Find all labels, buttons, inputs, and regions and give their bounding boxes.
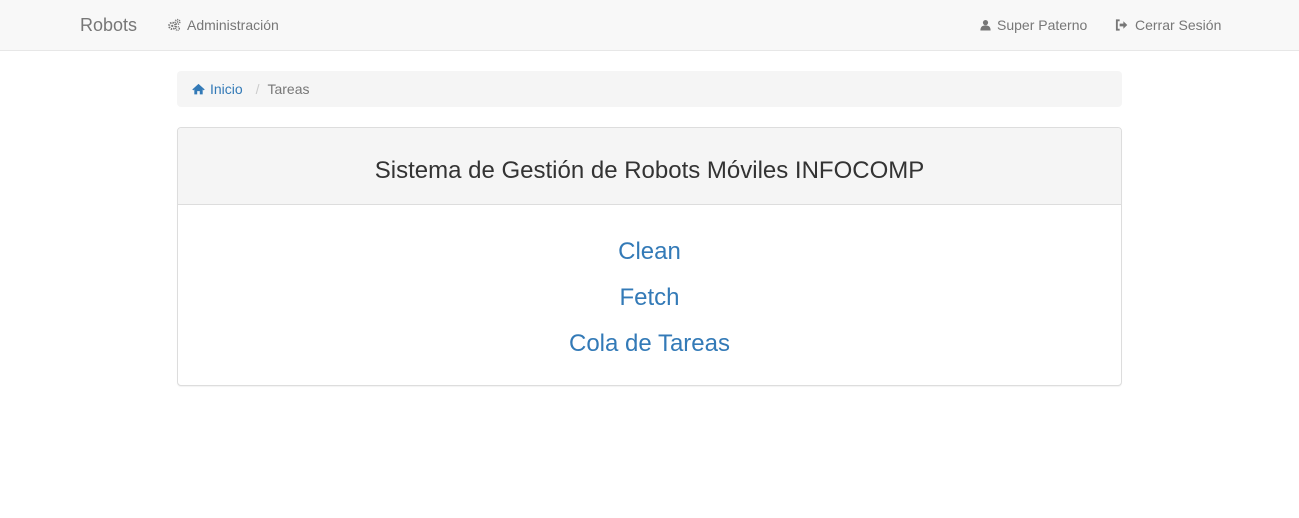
breadcrumb: Inicio / Tareas [177,71,1122,107]
panel-body: Clean Fetch Cola de Tareas [178,205,1121,374]
task-link-clean-label[interactable]: Clean [618,238,681,265]
sign-out-icon [1115,19,1128,31]
breadcrumb-separator: / [255,81,260,97]
task-link-cola-de-tareas-label[interactable]: Cola de Tareas [569,330,730,357]
tasks-panel: Sistema de Gestión de Robots Móviles INF… [177,127,1122,386]
breadcrumb-current: Tareas [267,81,310,97]
navbar-brand[interactable]: Robots [80,0,137,50]
home-icon [192,83,205,95]
nav-logout-link[interactable]: Cerrar Sesión [1115,0,1221,50]
gears-icon [168,18,181,32]
task-link-clean[interactable]: Clean [178,236,1121,282]
task-link-cola-de-tareas[interactable]: Cola de Tareas [178,328,1121,374]
task-link-fetch[interactable]: Fetch [178,282,1121,328]
nav-administracion-label: Administración [187,17,279,33]
nav-administracion-link[interactable]: Administración [167,0,279,50]
breadcrumb-home-label: Inicio [210,81,243,97]
breadcrumb-home-link[interactable]: Inicio [192,81,247,97]
panel-title: Sistema de Gestión de Robots Móviles INF… [178,128,1121,205]
navbar: Robots Administración Super Paterno Cerr… [0,0,1299,51]
nav-user-label: Super Paterno [997,17,1088,33]
user-icon [980,20,991,31]
task-link-fetch-label[interactable]: Fetch [619,284,679,311]
nav-user-link[interactable]: Super Paterno [980,0,1087,50]
nav-logout-label: Cerrar Sesión [1135,17,1222,33]
